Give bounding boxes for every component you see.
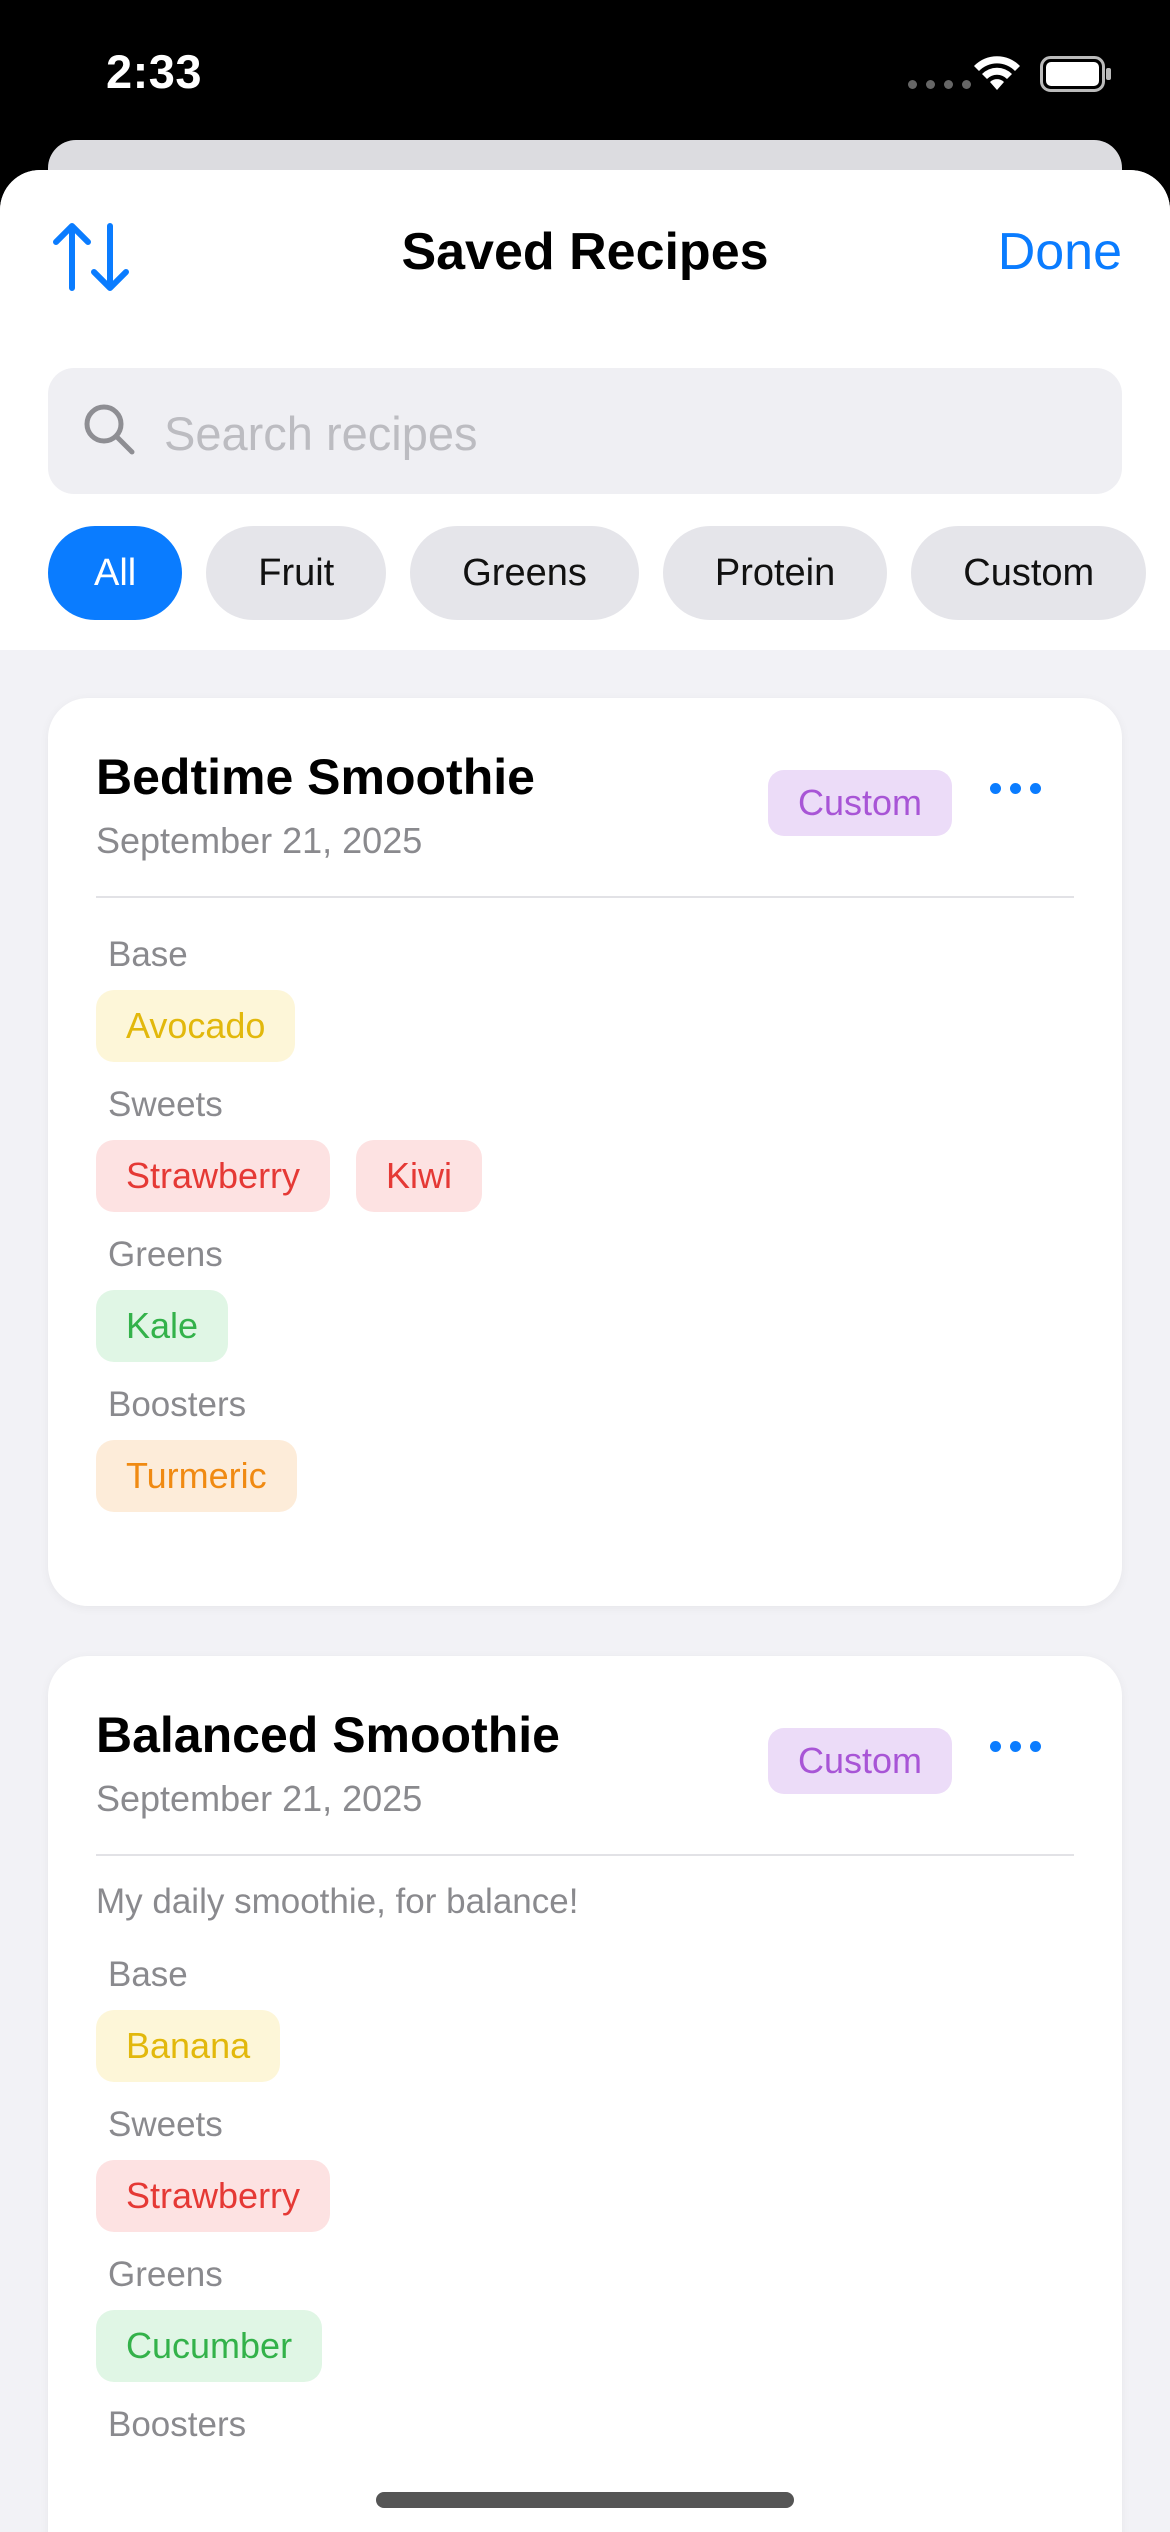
section-label: Base bbox=[108, 1955, 188, 1994]
divider bbox=[96, 896, 1074, 898]
section-label: Sweets bbox=[108, 2105, 223, 2144]
ingredient-tag: Strawberry bbox=[96, 1140, 331, 1212]
search-bar[interactable]: Search recipes bbox=[48, 368, 1122, 494]
section-label: Boosters bbox=[108, 1385, 247, 1424]
battery-icon bbox=[1040, 56, 1111, 92]
ingredient-tag: Strawberry bbox=[96, 2160, 331, 2232]
section-label: Sweets bbox=[108, 1085, 223, 1124]
ingredient-tag: Avocado bbox=[96, 990, 296, 1062]
section-label: Greens bbox=[108, 2255, 223, 2294]
recipe-ingredients: Base Avocado Sweets Strawberry Kiwi Gree… bbox=[96, 930, 1074, 1530]
home-indicator[interactable] bbox=[376, 2492, 794, 2508]
ingredient-tag: Banana bbox=[96, 2010, 281, 2082]
recipe-note: My daily smoothie, for balance! bbox=[96, 1882, 579, 1921]
recipe-date: September 21, 2025 bbox=[96, 820, 423, 861]
divider bbox=[96, 1854, 1074, 1856]
filter-chip-protein[interactable]: Protein bbox=[662, 526, 888, 620]
search-input[interactable]: Search recipes bbox=[164, 406, 478, 461]
filter-chips: All Fruit Greens Protein Custom bbox=[48, 526, 1147, 620]
status-time: 2:33 bbox=[106, 45, 203, 98]
recipe-title: Balanced Smoothie bbox=[96, 1707, 560, 1763]
cellular-signal-icon bbox=[908, 80, 971, 89]
done-button[interactable]: Done bbox=[998, 222, 1122, 282]
section-label: Greens bbox=[108, 1235, 223, 1274]
recipe-ingredients: My daily smoothie, for balance! Base Ban… bbox=[96, 1882, 1074, 2450]
more-options-icon[interactable] bbox=[990, 1741, 1041, 1752]
header-area: Saved Recipes Done Search recipes All Fr… bbox=[0, 170, 1170, 650]
category-badge: Custom bbox=[768, 1728, 953, 1794]
saved-recipes-sheet: Saved Recipes Done Search recipes All Fr… bbox=[0, 170, 1170, 2532]
search-icon bbox=[84, 404, 135, 455]
recipe-card[interactable]: Balanced Smoothie September 21, 2025 Cus… bbox=[48, 1656, 1122, 2532]
ingredient-tag: Kiwi bbox=[356, 1140, 483, 1212]
page-title: Saved Recipes bbox=[401, 223, 769, 281]
filter-chip-fruit[interactable]: Fruit bbox=[206, 526, 387, 620]
section-label: Boosters bbox=[108, 2405, 247, 2444]
ingredient-tag: Turmeric bbox=[96, 1440, 297, 1512]
filter-chip-greens[interactable]: Greens bbox=[410, 526, 639, 620]
more-options-icon[interactable] bbox=[990, 783, 1041, 794]
status-bar: 2:33 bbox=[0, 0, 1170, 150]
category-badge: Custom bbox=[768, 770, 953, 836]
ingredient-tag: Kale bbox=[96, 1290, 229, 1362]
recipe-date: September 21, 2025 bbox=[96, 1778, 423, 1819]
section-label: Base bbox=[108, 935, 188, 974]
ingredient-tag: Cucumber bbox=[96, 2310, 323, 2382]
recipe-title: Bedtime Smoothie bbox=[96, 749, 535, 805]
filter-chip-all[interactable]: All bbox=[48, 526, 183, 620]
filter-chip-custom[interactable]: Custom bbox=[911, 526, 1147, 620]
wifi-icon bbox=[974, 56, 1020, 90]
recipe-card[interactable]: Bedtime Smoothie September 21, 2025 Cust… bbox=[48, 698, 1122, 1606]
